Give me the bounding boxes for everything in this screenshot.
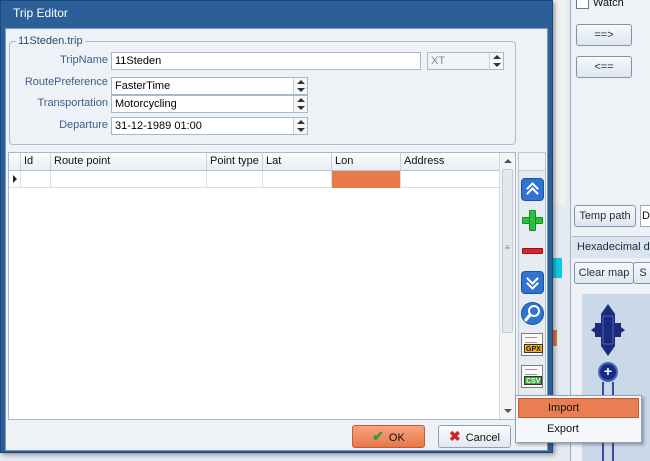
gpx-file-icon	[525, 337, 537, 343]
menu-item-import-label: Import	[548, 402, 580, 414]
trip-properties-group: 11Steden.trip TripName 11Steden XT Route…	[9, 35, 516, 145]
departure-value: 31-12-1989 01:00	[115, 120, 202, 132]
cell-route-point[interactable]	[51, 171, 207, 188]
cell-lon-selected[interactable]	[332, 171, 401, 188]
context-menu: Import Export	[515, 395, 642, 443]
trip-name-input[interactable]: 11Steden	[111, 52, 421, 70]
trip-name-extra-value: XT	[431, 55, 446, 67]
ok-label: OK	[388, 432, 405, 444]
hexadecimal-tab[interactable]: Hexadecimal dis	[572, 236, 650, 258]
move-right-button[interactable]: ==>	[576, 24, 632, 46]
scroll-down-icon[interactable]	[504, 409, 512, 413]
watch-checkbox[interactable]	[576, 0, 589, 9]
csv-file-button[interactable]: CSV	[521, 365, 543, 388]
row-pointer-icon	[13, 175, 17, 183]
cell-address[interactable]	[401, 171, 499, 188]
search-button[interactable]	[521, 302, 544, 325]
extra-spinner-icon	[489, 53, 503, 69]
zoom-in-icon[interactable]: +	[598, 362, 618, 382]
column-point-type[interactable]: Point type	[207, 153, 263, 171]
move-top-button[interactable]	[521, 178, 544, 201]
dialog-title: Trip Editor	[13, 6, 68, 20]
trip-editor-dialog: Trip Editor 11Steden.trip TripName 11Ste…	[0, 0, 553, 453]
toolbar-header	[519, 153, 545, 171]
remove-icon	[522, 248, 543, 254]
transportation-select[interactable]: Motorcycling	[111, 95, 308, 113]
cell-point-type[interactable]	[207, 171, 263, 188]
scroll-grip-icon: ≡	[505, 243, 510, 252]
background-scrollbar[interactable]	[552, 0, 566, 205]
add-icon-vertical	[529, 210, 536, 231]
move-left-button[interactable]: <==	[576, 56, 632, 78]
temp-path-button[interactable]: Temp path	[574, 205, 636, 227]
route-preference-label: RoutePreference	[24, 76, 108, 88]
csv-file-icon	[525, 369, 537, 375]
transportation-label: Transportation	[37, 97, 108, 109]
route-preference-spinner-icon[interactable]	[293, 78, 307, 94]
cancel-button[interactable]: ✖ Cancel	[438, 425, 511, 448]
group-title: 11Steden.trip	[16, 35, 85, 47]
cancel-label: Cancel	[465, 432, 500, 444]
background-small-button[interactable]: S	[633, 262, 650, 284]
add-point-button[interactable]	[521, 209, 544, 232]
background-highlight-strip	[552, 258, 562, 278]
departure-spinner-icon[interactable]	[293, 118, 307, 134]
departure-label: Departure	[59, 119, 108, 131]
route-toolbar: GPX CSV	[518, 152, 546, 420]
gpx-file-button[interactable]: GPX	[521, 333, 543, 356]
route-preference-select[interactable]: FasterTime	[111, 77, 308, 95]
menu-item-export[interactable]: Export	[518, 420, 639, 440]
move-bottom-button[interactable]	[521, 271, 544, 294]
watch-label: Watch	[593, 0, 624, 9]
clear-map-button[interactable]: Clear map	[574, 262, 634, 284]
close-icon: ✖	[449, 428, 461, 444]
table-row[interactable]	[9, 171, 499, 188]
column-lat[interactable]: Lat	[263, 153, 332, 171]
csv-tag: CSV	[524, 376, 543, 385]
scroll-up-icon[interactable]	[504, 159, 512, 163]
background-field[interactable]: D	[640, 205, 650, 227]
grid-header: Id Route point Point type Lat Lon Addres…	[9, 153, 499, 171]
column-id[interactable]: Id	[21, 153, 51, 171]
titlebar[interactable]: Trip Editor	[1, 1, 552, 27]
transportation-spinner-icon[interactable]	[293, 96, 307, 112]
route-points-grid[interactable]: Id Route point Point type Lat Lon Addres…	[8, 152, 516, 420]
menu-item-import[interactable]: Import	[518, 398, 639, 418]
ok-button[interactable]: ✔ OK	[352, 425, 425, 448]
header-indicator-column	[9, 153, 21, 171]
trip-name-extra-field: XT	[427, 52, 504, 70]
remove-point-button[interactable]	[521, 240, 544, 263]
column-address[interactable]: Address	[401, 153, 499, 171]
menu-item-export-label: Export	[547, 423, 579, 435]
grid-scrollbar[interactable]: ≡	[499, 153, 515, 419]
cell-id[interactable]	[21, 171, 51, 188]
search-icon	[523, 305, 540, 322]
departure-input[interactable]: 31-12-1989 01:00	[111, 117, 308, 135]
map-pan-icon[interactable]	[589, 302, 627, 358]
column-route-point[interactable]: Route point	[51, 153, 207, 171]
route-preference-value: FasterTime	[115, 80, 171, 92]
trip-name-label: TripName	[60, 54, 108, 66]
gpx-tag: GPX	[524, 344, 543, 353]
transportation-value: Motorcycling	[115, 98, 177, 110]
row-indicator	[9, 171, 21, 188]
checkmark-icon: ✔	[372, 428, 384, 444]
cell-lat[interactable]	[263, 171, 332, 188]
dialog-client: 11Steden.trip TripName 11Steden XT Route…	[5, 28, 548, 451]
column-lon[interactable]: Lon	[332, 153, 401, 171]
